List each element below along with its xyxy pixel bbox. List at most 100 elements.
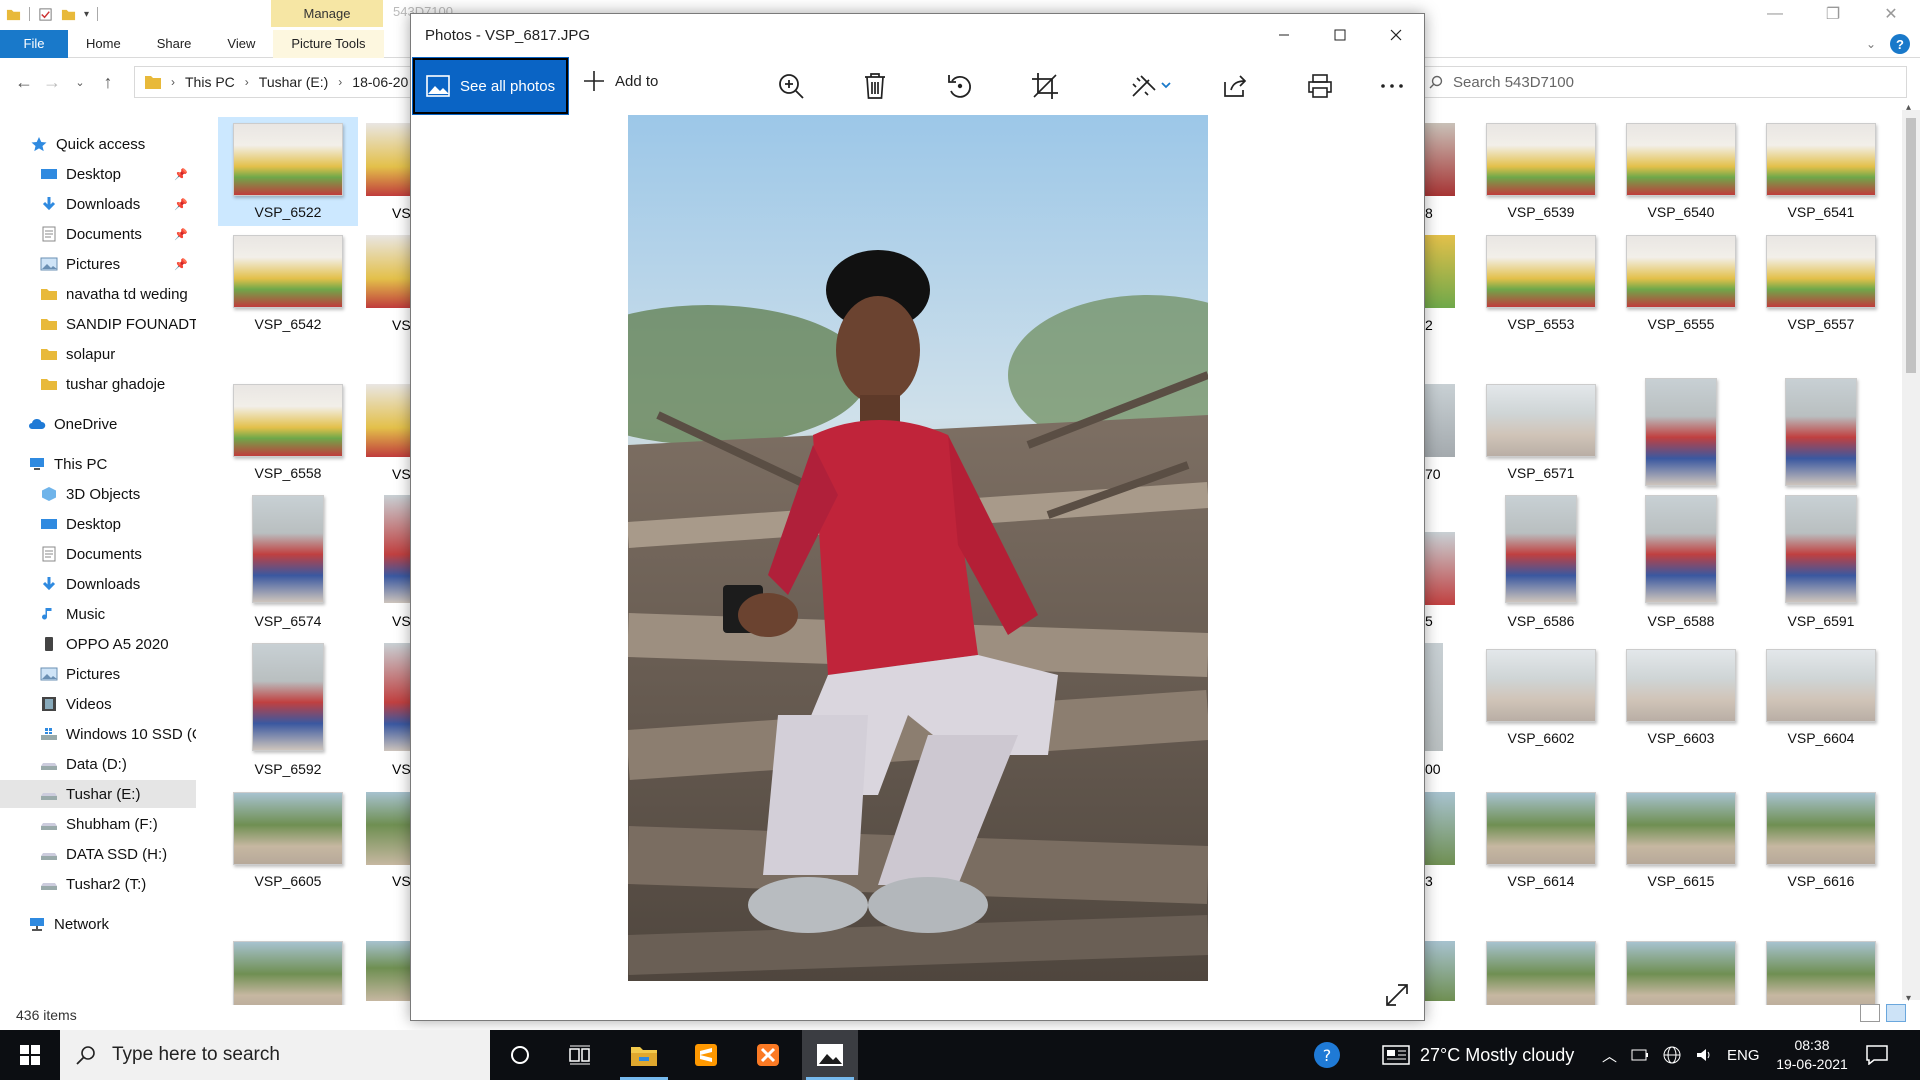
forward-button[interactable]: → (38, 68, 66, 96)
taskbar-app-photos[interactable] (802, 1030, 858, 1080)
nav-item-pictures[interactable]: Pictures 📌 (0, 250, 196, 278)
edit-create-icon[interactable] (1129, 70, 1177, 102)
thumbnail-image[interactable] (384, 643, 410, 751)
minimize-button[interactable]: — (1746, 0, 1804, 28)
file-thumbnail[interactable]: VSP_6588 (1611, 495, 1751, 630)
file-thumbnail[interactable]: VSP_6558 (218, 378, 358, 487)
file-thumbnail[interactable]: VSP_6605 (218, 786, 358, 895)
clock[interactable]: 08:38 19-06-2021 (1772, 1036, 1852, 1074)
nav-item-videos[interactable]: Videos (0, 690, 196, 718)
tab-picture-tools[interactable]: Picture Tools (273, 29, 384, 58)
file-thumbnail[interactable]: VSP_6541 (1751, 117, 1891, 226)
network-globe-icon[interactable] (1663, 1046, 1681, 1064)
share-icon[interactable] (1219, 70, 1251, 102)
file-thumbnail[interactable]: VSP_6592 (218, 643, 358, 778)
displayed-photo[interactable] (628, 115, 1208, 981)
see-all-photos-button[interactable]: See all photos (412, 57, 569, 115)
nav-item-desktop[interactable]: Desktop (0, 510, 196, 538)
action-center-icon[interactable] (1866, 1030, 1888, 1080)
back-button[interactable]: ← (10, 68, 38, 96)
crop-icon[interactable] (1029, 70, 1061, 102)
large-icons-view-icon[interactable] (1886, 1004, 1906, 1022)
new-folder-icon[interactable] (61, 7, 76, 22)
file-thumbnail[interactable]: VSP_6591 (1751, 495, 1891, 630)
nav-this-pc[interactable]: This PC (0, 450, 196, 478)
nav-item-documents[interactable]: Documents (0, 540, 196, 568)
file-thumbnail[interactable]: VSP_6615 (1611, 786, 1751, 895)
nav-item-downloads[interactable]: Downloads (0, 570, 196, 598)
nav-network[interactable]: Network (0, 910, 196, 938)
tab-share[interactable]: Share (139, 30, 210, 58)
nav-item-downloads[interactable]: Downloads 📌 (0, 190, 196, 218)
search-input[interactable]: Search 543D7100 (1416, 66, 1907, 98)
file-thumbnail[interactable]: VSP_6555 (1611, 229, 1751, 338)
weather-widget[interactable]: 27°C Mostly cloudy (1382, 1030, 1574, 1080)
full-screen-icon[interactable] (1384, 982, 1410, 1008)
nav-item-folder[interactable]: solapur (0, 340, 196, 368)
file-thumbnail[interactable]: VSP_6553 (1471, 229, 1611, 338)
properties-icon[interactable] (38, 7, 53, 22)
scrollbar-thumb[interactable] (1906, 118, 1916, 373)
file-thumbnail[interactable]: VSP_6557 (1751, 229, 1891, 338)
manage-context-tab[interactable]: Manage (271, 0, 383, 27)
taskbar-app-sublime[interactable] (678, 1030, 734, 1080)
file-thumbnail[interactable] (1611, 935, 1751, 1005)
nav-item-documents[interactable]: Documents 📌 (0, 220, 196, 248)
nav-item-folder[interactable]: SANDIP FOUNADTI (0, 310, 196, 338)
nav-item-drive-c[interactable]: Windows 10 SSD (C (0, 720, 196, 748)
file-thumbnail[interactable] (1751, 935, 1891, 1005)
nav-item-drive-d[interactable]: Data (D:) (0, 750, 196, 778)
show-hidden-icons[interactable]: ︿ (1602, 1045, 1617, 1066)
thumbnail-image[interactable] (1425, 941, 1455, 1001)
tab-file[interactable]: File (0, 29, 68, 58)
nav-onedrive[interactable]: OneDrive (0, 410, 196, 438)
restore-button[interactable]: ❐ (1804, 0, 1862, 28)
taskbar-search-box[interactable]: Type here to search (60, 1030, 490, 1080)
nav-quick-access[interactable]: Quick access (0, 130, 196, 158)
file-thumbnail[interactable]: VSP_6540 (1611, 117, 1751, 226)
thumbnail-image[interactable] (1425, 643, 1443, 751)
file-thumbnail[interactable]: VSP_6586 (1471, 495, 1611, 630)
file-thumbnail[interactable] (218, 935, 358, 1005)
file-thumbnail[interactable]: VSP_6616 (1751, 786, 1891, 895)
thumbnail-image[interactable] (1425, 235, 1455, 308)
nav-item-phone[interactable]: OPPO A5 2020 (0, 630, 196, 658)
nav-item-music[interactable]: Music (0, 600, 196, 628)
file-thumbnail[interactable]: VSP_6604 (1751, 643, 1891, 752)
task-view-button[interactable] (552, 1030, 608, 1080)
file-thumbnail[interactable]: VSP_6614 (1471, 786, 1611, 895)
folder-icon[interactable] (6, 7, 21, 22)
nav-item-3d-objects[interactable]: 3D Objects (0, 480, 196, 508)
tab-home[interactable]: Home (68, 30, 139, 58)
file-thumbnail[interactable]: VSP_6602 (1471, 643, 1611, 752)
delete-icon[interactable] (859, 70, 891, 102)
file-thumbnail[interactable]: VSP_6571 (1471, 378, 1611, 487)
file-thumbnail[interactable]: VSP_6573 (1751, 378, 1891, 513)
thumbnail-image[interactable] (366, 384, 410, 457)
add-to-button[interactable]: Add to (583, 70, 658, 92)
battery-icon[interactable] (1631, 1049, 1649, 1061)
qat-dropdown-icon[interactable]: ▾ (84, 9, 89, 20)
thumbnail-image[interactable] (366, 792, 410, 865)
taskbar-app-file-explorer[interactable] (616, 1030, 672, 1080)
nav-item-drive-f[interactable]: Shubham (F:) (0, 810, 196, 838)
nav-item-folder[interactable]: navatha td weding (0, 280, 196, 308)
vertical-scrollbar[interactable]: ▴ ▾ (1902, 102, 1920, 1004)
thumbnail-image[interactable] (366, 123, 410, 196)
up-button[interactable]: ↑ (94, 68, 122, 96)
breadcrumb-item[interactable]: This PC (185, 74, 235, 90)
maximize-button[interactable] (1312, 14, 1368, 56)
file-thumbnail[interactable]: VSP_6574 (218, 495, 358, 630)
nav-item-folder[interactable]: tushar ghadoje (0, 370, 196, 398)
thumbnail-image[interactable] (1425, 384, 1455, 457)
thumbnail-image[interactable] (366, 235, 410, 308)
start-button[interactable] (0, 1030, 60, 1080)
thumbnail-image[interactable] (384, 495, 410, 603)
expand-ribbon-icon[interactable]: ⌄ (1866, 37, 1876, 51)
zoom-in-icon[interactable] (775, 70, 807, 102)
breadcrumb-item[interactable]: 18-06-20 (352, 74, 408, 90)
thumbnail-image[interactable] (1425, 123, 1455, 196)
tab-view[interactable]: View (209, 30, 273, 58)
help-icon[interactable]: ? (1890, 34, 1910, 54)
nav-item-pictures[interactable]: Pictures (0, 660, 196, 688)
